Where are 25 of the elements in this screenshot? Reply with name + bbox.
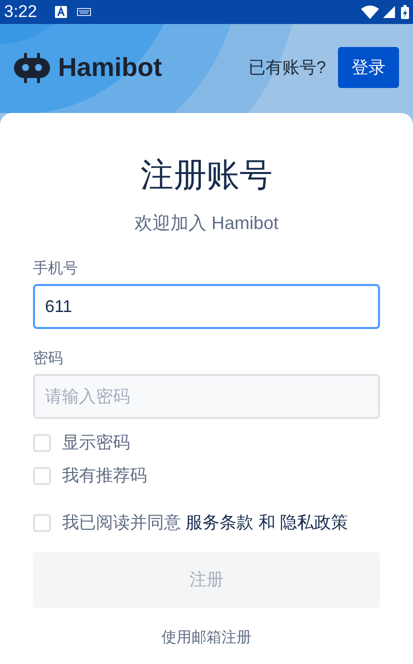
signal-icon	[383, 6, 395, 18]
battery-icon	[401, 5, 409, 19]
wifi-icon	[361, 5, 379, 19]
privacy-link[interactable]: 隐私政策	[280, 513, 348, 532]
login-prompt: 已有账号?	[248, 56, 326, 79]
input-field[interactable]: 请输入密码	[33, 374, 380, 419]
input-field[interactable]: 611	[33, 284, 380, 329]
checkbox-label: 我有推荐码	[62, 465, 147, 488]
subtitle: 欢迎加入 Hamibot	[133, 212, 280, 235]
agreement-text: 我已阅读并同意 服务条款 和 隐私政策	[62, 512, 348, 534]
checkbox[interactable]	[33, 514, 51, 532]
checkbox-label: 显示密码	[62, 432, 130, 454]
field-label: 密码	[33, 349, 64, 369]
login-button[interactable]: 登录	[338, 47, 399, 88]
page-title: 注册账号	[140, 155, 274, 195]
email-register-link[interactable]: 使用邮箱注册	[162, 627, 252, 650]
terms-link[interactable]: 服务条款	[186, 513, 254, 532]
checkbox[interactable]	[33, 434, 51, 452]
field-label: 手机号	[33, 259, 79, 279]
checkbox[interactable]	[33, 467, 51, 485]
robot-logo-icon	[14, 52, 50, 82]
status-time: 3:22	[4, 1, 38, 24]
brand-name: Hamibot	[58, 51, 162, 84]
keyboard-icon	[77, 8, 92, 16]
notification-icon	[55, 6, 68, 18]
